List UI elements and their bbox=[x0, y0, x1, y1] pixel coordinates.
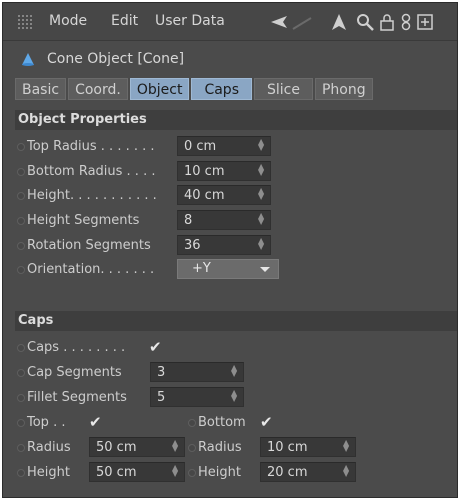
bottom-radius-label: Bottom Radius . . . . bbox=[27, 164, 156, 179]
rotation-segments-field[interactable]: 36 ▲ ▼ bbox=[177, 235, 271, 255]
animation-dot-icon[interactable] bbox=[17, 143, 25, 151]
bottom-radius-cap-field[interactable]: 10 cm ▲ ▼ bbox=[260, 437, 356, 457]
bottom-cap-checkbox[interactable]: ✔ bbox=[260, 413, 276, 431]
top-height-cap-row: Height 50 cm ▲ ▼ bbox=[17, 462, 187, 484]
lock-icon[interactable] bbox=[377, 12, 397, 32]
fillet-segments-row: Fillet Segments 5 ▲ ▼ bbox=[17, 387, 247, 409]
animation-dot-icon[interactable] bbox=[188, 444, 196, 452]
bottom-radius-field[interactable]: 10 cm ▲ ▼ bbox=[177, 161, 271, 181]
object-title-row: Cone Object [Cone] bbox=[3, 43, 457, 75]
bottom-radius-cap-row: Radius 10 cm ▲ ▼ bbox=[188, 437, 368, 459]
up-arrow-icon[interactable] bbox=[329, 12, 349, 32]
tab-slice[interactable]: Slice bbox=[254, 78, 313, 100]
bottom-radius-cap-label: Radius bbox=[198, 440, 242, 455]
top-radius-cap-label: Radius bbox=[27, 440, 71, 455]
fillet-segments-field[interactable]: 5 ▲ ▼ bbox=[150, 387, 244, 407]
orientation-dropdown[interactable]: +Y bbox=[177, 259, 279, 279]
top-radius-cap-row: Radius 50 cm ▲ ▼ bbox=[17, 437, 187, 459]
caps-row: Caps . . . . . . . . ✔ bbox=[17, 337, 217, 359]
height-segments-field[interactable]: 8 ▲ ▼ bbox=[177, 210, 271, 230]
back-arrow-disabled-icon bbox=[292, 17, 312, 30]
rotation-segments-label: Rotation Segments bbox=[27, 238, 151, 253]
tab-bar: Basic Coord. Object Caps Slice Phong bbox=[15, 78, 373, 100]
height-segments-label: Height Segments bbox=[27, 213, 140, 228]
grip-icon[interactable] bbox=[17, 14, 33, 30]
top-height-cap-label: Height bbox=[27, 465, 70, 480]
animation-dot-icon[interactable] bbox=[17, 419, 25, 427]
animation-dot-icon[interactable] bbox=[17, 192, 25, 200]
animation-dot-icon[interactable] bbox=[17, 217, 25, 225]
height-segments-row: Height Segments 8 ▲ ▼ bbox=[17, 210, 277, 232]
search-icon[interactable] bbox=[355, 12, 375, 32]
menu-bar: Mode Edit User Data bbox=[3, 3, 457, 41]
animation-dot-icon[interactable] bbox=[188, 469, 196, 477]
top-height-cap-field[interactable]: 50 cm ▲ ▼ bbox=[89, 462, 185, 482]
top-radius-field[interactable]: 0 cm ▲ ▼ bbox=[177, 136, 271, 156]
spinner-icon[interactable]: ▲ ▼ bbox=[258, 163, 264, 178]
cone-icon bbox=[22, 53, 34, 66]
menu-edit[interactable]: Edit bbox=[111, 13, 138, 29]
cap-segments-row: Cap Segments 3 ▲ ▼ bbox=[17, 362, 247, 384]
attribute-manager: Mode Edit User Data Cone Object [Cone] B… bbox=[2, 2, 458, 498]
animation-dot-icon[interactable] bbox=[17, 444, 25, 452]
spinner-icon[interactable]: ▲ ▼ bbox=[258, 187, 264, 202]
animation-dot-icon[interactable] bbox=[17, 344, 25, 352]
section-caps[interactable]: Caps bbox=[15, 311, 457, 331]
caps-checkbox[interactable]: ✔ bbox=[149, 338, 165, 356]
animation-dot-icon[interactable] bbox=[188, 419, 196, 427]
height-field[interactable]: 40 cm ▲ ▼ bbox=[177, 185, 271, 205]
top-radius-label: Top Radius . . . . . . . bbox=[27, 139, 155, 154]
spinner-icon[interactable]: ▲ ▼ bbox=[343, 464, 349, 479]
spinner-icon[interactable]: ▲ ▼ bbox=[258, 212, 264, 227]
spinner-icon[interactable]: ▲ ▼ bbox=[231, 389, 237, 404]
animation-dot-icon[interactable] bbox=[17, 242, 25, 250]
tab-object[interactable]: Object bbox=[129, 78, 190, 100]
new-window-icon[interactable] bbox=[417, 12, 433, 32]
chevron-down-icon bbox=[260, 267, 270, 272]
tab-coord[interactable]: Coord. bbox=[68, 78, 128, 100]
height-label: Height. . . . . . . . . . . bbox=[27, 188, 157, 203]
top-radius-row: Top Radius . . . . . . . 0 cm ▲ ▼ bbox=[17, 136, 277, 158]
bottom-radius-row: Bottom Radius . . . . 10 cm ▲ ▼ bbox=[17, 161, 277, 183]
height-row: Height. . . . . . . . . . . 40 cm ▲ ▼ bbox=[17, 185, 277, 207]
caps-label: Caps . . . . . . . . bbox=[27, 340, 126, 355]
bottom-cap-label: Bottom bbox=[198, 415, 246, 430]
bottom-cap-row: Bottom ✔ bbox=[188, 412, 308, 434]
animation-dot-icon[interactable] bbox=[17, 168, 25, 176]
spinner-icon[interactable]: ▲ ▼ bbox=[172, 439, 178, 454]
rotation-segments-row: Rotation Segments 36 ▲ ▼ bbox=[17, 235, 277, 257]
top-cap-label: Top . . bbox=[27, 415, 66, 430]
link-icon[interactable] bbox=[399, 12, 413, 32]
bottom-height-cap-row: Height 20 cm ▲ ▼ bbox=[188, 462, 368, 484]
orientation-row: Orientation. . . . . . . +Y bbox=[17, 259, 279, 281]
spinner-icon[interactable]: ▲ ▼ bbox=[231, 364, 237, 379]
spinner-icon[interactable]: ▲ ▼ bbox=[172, 464, 178, 479]
spinner-icon[interactable]: ▲ ▼ bbox=[343, 439, 349, 454]
menu-user-data[interactable]: User Data bbox=[155, 13, 225, 29]
tab-phong[interactable]: Phong bbox=[314, 78, 373, 100]
cap-segments-label: Cap Segments bbox=[27, 365, 122, 380]
top-radius-cap-field[interactable]: 50 cm ▲ ▼ bbox=[89, 437, 185, 457]
orientation-label: Orientation. . . . . . . bbox=[27, 262, 155, 277]
spinner-icon[interactable]: ▲ ▼ bbox=[258, 138, 264, 153]
animation-dot-icon[interactable] bbox=[17, 394, 25, 402]
section-object-properties[interactable]: Object Properties bbox=[15, 110, 457, 130]
animation-dot-icon[interactable] bbox=[17, 266, 25, 274]
bottom-height-cap-field[interactable]: 20 cm ▲ ▼ bbox=[260, 462, 356, 482]
tab-caps[interactable]: Caps bbox=[191, 78, 252, 100]
back-arrow-icon[interactable] bbox=[269, 12, 289, 32]
spinner-icon[interactable]: ▲ ▼ bbox=[258, 237, 264, 252]
bottom-height-cap-label: Height bbox=[198, 465, 241, 480]
menu-mode[interactable]: Mode bbox=[49, 13, 87, 29]
top-cap-checkbox[interactable]: ✔ bbox=[89, 413, 105, 431]
animation-dot-icon[interactable] bbox=[17, 369, 25, 377]
tab-basic[interactable]: Basic bbox=[15, 78, 67, 100]
cap-segments-field[interactable]: 3 ▲ ▼ bbox=[150, 362, 244, 382]
object-title: Cone Object [Cone] bbox=[47, 51, 185, 67]
animation-dot-icon[interactable] bbox=[17, 469, 25, 477]
fillet-segments-label: Fillet Segments bbox=[27, 390, 127, 405]
top-cap-row: Top . . ✔ bbox=[17, 412, 157, 434]
